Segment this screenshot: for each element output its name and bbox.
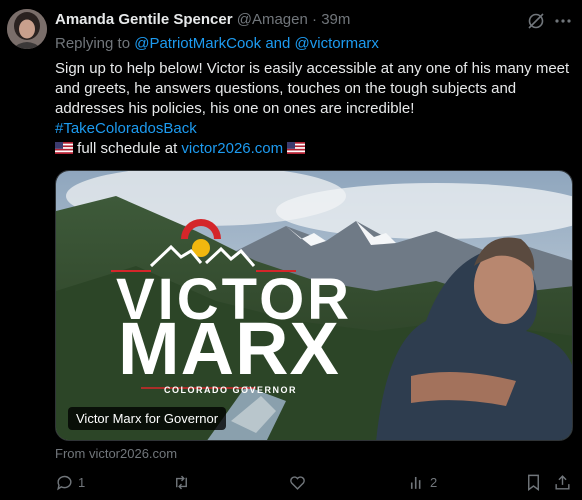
- grok-icon[interactable]: [527, 12, 545, 30]
- retweet-icon: [176, 475, 187, 490]
- views-button[interactable]: 2: [407, 473, 437, 492]
- avatar[interactable]: [7, 9, 47, 49]
- author-name[interactable]: Amanda Gentile Spencer: [55, 11, 233, 28]
- hashtag-link[interactable]: #TakeColoradosBack: [55, 120, 197, 137]
- schedule-link[interactable]: victor2026.com: [181, 140, 283, 157]
- flag-icon: [287, 142, 306, 154]
- tweet-text: Sign up to help below! Victor is easily …: [55, 59, 575, 159]
- views-count: 2: [430, 475, 438, 490]
- more-icon[interactable]: [553, 12, 573, 30]
- replying-prefix: Replying to: [55, 35, 131, 52]
- reply-mention-2[interactable]: @victormarx: [295, 35, 379, 52]
- share-icon: [555, 475, 570, 490]
- replying-to: Replying to @PatriotMarkCook and @victor…: [55, 35, 379, 52]
- reply-count: 1: [78, 475, 86, 490]
- schedule-text: full schedule at: [77, 140, 178, 157]
- bookmark-button[interactable]: [524, 473, 543, 492]
- action-bar: 1 2: [55, 473, 575, 497]
- views-icon: [410, 476, 421, 489]
- tweet-body: Sign up to help below! Victor is easily …: [55, 60, 570, 117]
- reply-mention-1[interactable]: @PatriotMarkCook: [134, 35, 261, 52]
- timestamp[interactable]: 39m: [321, 11, 350, 28]
- logo-subtitle: COLORADO GOVERNOR: [164, 385, 298, 395]
- flag-icon: [55, 142, 73, 154]
- reply-icon: [57, 475, 72, 491]
- media-caption: Victor Marx for Governor: [68, 407, 227, 430]
- reply-button[interactable]: 1: [55, 473, 85, 492]
- retweet-button[interactable]: [172, 473, 195, 492]
- logo-marx-text: MARX: [118, 307, 340, 390]
- like-icon: [290, 476, 305, 490]
- separator-dot: ·: [312, 11, 318, 28]
- bookmark-icon: [528, 474, 539, 492]
- link-source[interactable]: From victor2026.com: [55, 446, 177, 461]
- tweet-header: Amanda Gentile Spencer @Amagen · 39m: [55, 11, 350, 28]
- reply-and: and: [265, 35, 291, 52]
- link-card-image[interactable]: VICTOR MARX COLORADO GOVERNOR Victor Mar…: [55, 170, 573, 441]
- author-handle[interactable]: @Amagen: [237, 11, 308, 28]
- share-button[interactable]: [553, 473, 572, 492]
- like-button[interactable]: [288, 473, 311, 492]
